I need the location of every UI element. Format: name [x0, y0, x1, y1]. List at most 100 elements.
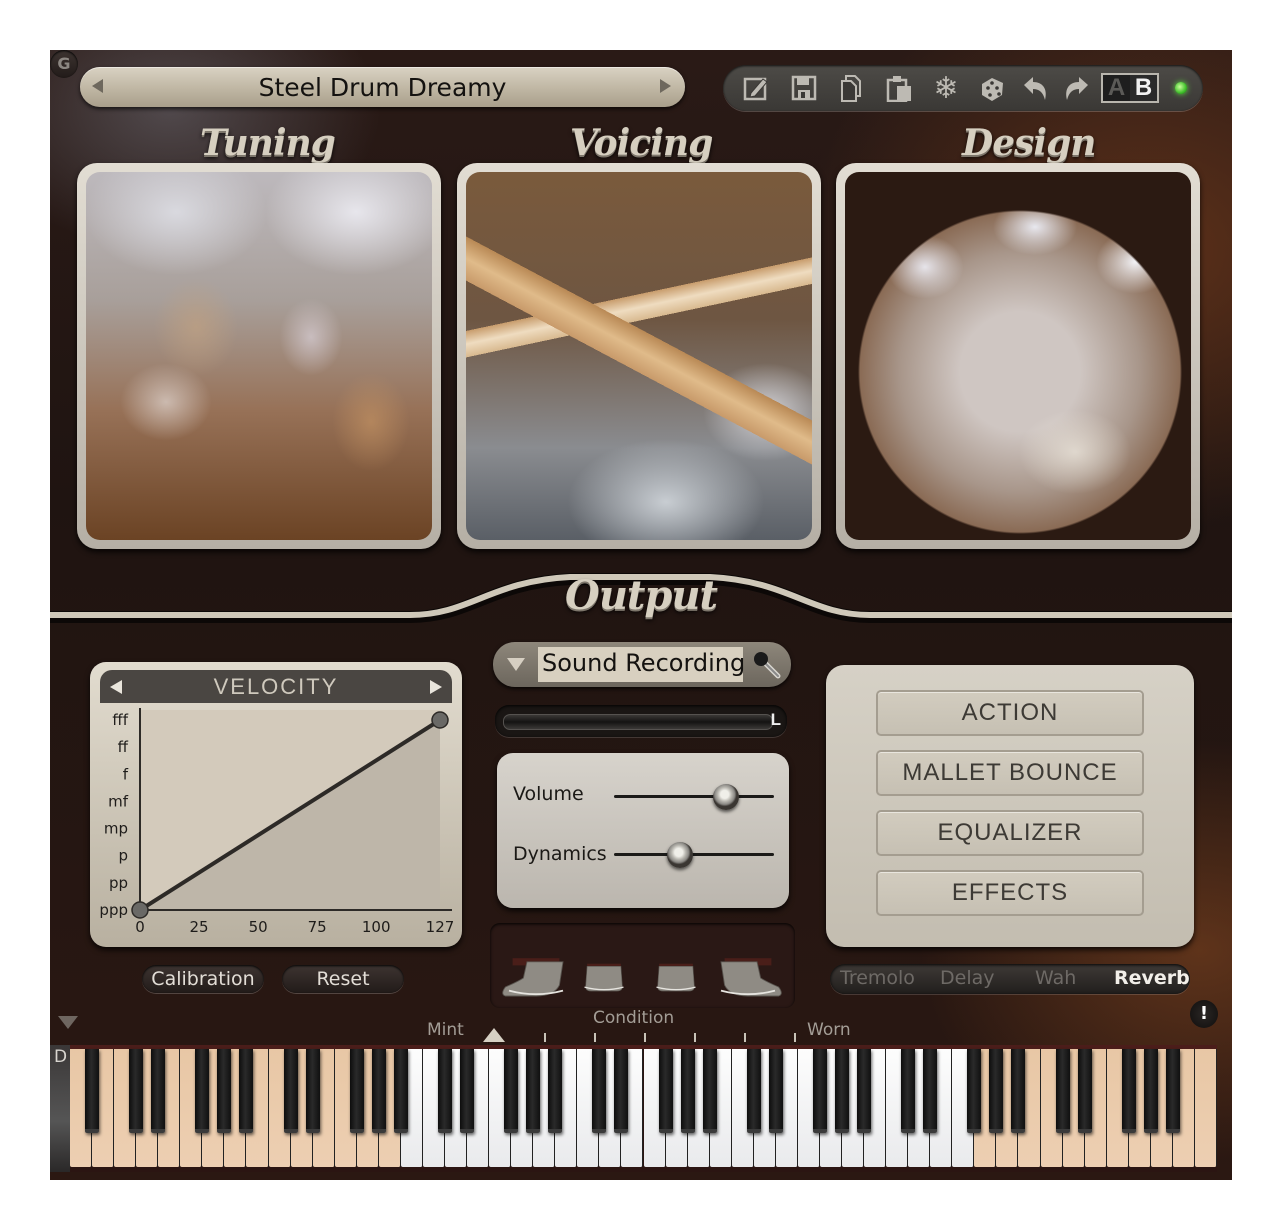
- output-mode-selector[interactable]: Sound Recording: [493, 642, 791, 687]
- black-key[interactable]: [195, 1049, 210, 1133]
- keyboard-indicator[interactable]: D: [54, 1047, 67, 1067]
- volume-panel: Volume Dynamics: [497, 753, 789, 908]
- design-title[interactable]: Design: [962, 122, 1096, 164]
- voicing-panel[interactable]: [457, 163, 821, 549]
- freeze-snowflake-icon[interactable]: ❄: [931, 71, 961, 106]
- black-key[interactable]: [614, 1049, 629, 1133]
- condition-tick[interactable]: [644, 1033, 646, 1042]
- black-key[interactable]: [812, 1049, 827, 1133]
- condition-tick[interactable]: [594, 1033, 596, 1042]
- dropdown-arrow-icon[interactable]: [507, 658, 525, 671]
- delay-toggle[interactable]: Delay: [940, 967, 995, 989]
- black-key[interactable]: [967, 1049, 982, 1133]
- black-key[interactable]: [129, 1049, 144, 1133]
- black-key[interactable]: [857, 1049, 872, 1133]
- redo-icon[interactable]: [1061, 73, 1091, 103]
- black-key[interactable]: [989, 1049, 1004, 1133]
- design-panel[interactable]: [836, 163, 1200, 549]
- voicing-title[interactable]: Voicing: [570, 122, 713, 164]
- black-key[interactable]: [702, 1049, 717, 1133]
- tremolo-toggle[interactable]: Tremolo: [840, 967, 915, 989]
- copy-icon[interactable]: [837, 73, 867, 103]
- black-key[interactable]: [85, 1049, 100, 1133]
- condition-tick[interactable]: [744, 1033, 746, 1042]
- black-key[interactable]: [460, 1049, 475, 1133]
- preset-name[interactable]: Steel Drum Dreamy: [80, 73, 685, 102]
- black-key[interactable]: [349, 1049, 364, 1133]
- volume-slider-track[interactable]: [614, 795, 774, 798]
- black-key[interactable]: [1055, 1049, 1070, 1133]
- randomize-dice-icon[interactable]: [977, 73, 1007, 103]
- tuning-panel[interactable]: [77, 163, 441, 549]
- edit-icon[interactable]: [741, 73, 771, 103]
- pedal[interactable]: [500, 956, 572, 1000]
- black-key[interactable]: [901, 1049, 916, 1133]
- velocity-next-icon[interactable]: [430, 680, 442, 694]
- velocity-curve-point[interactable]: [131, 901, 149, 919]
- black-key[interactable]: [393, 1049, 408, 1133]
- velocity-chart[interactable]: ppppppmpmfffffff0 25 50 75 100 127: [90, 662, 462, 947]
- reset-button[interactable]: Reset: [282, 965, 404, 993]
- preset-selector[interactable]: Steel Drum Dreamy: [80, 67, 685, 107]
- velocity-header: VELOCITY: [100, 670, 452, 703]
- black-key[interactable]: [151, 1049, 166, 1133]
- next-preset-icon[interactable]: [660, 79, 671, 93]
- black-key[interactable]: [746, 1049, 761, 1133]
- black-key[interactable]: [437, 1049, 452, 1133]
- effects-button[interactable]: EFFECTS: [876, 870, 1144, 916]
- undo-icon[interactable]: [1021, 73, 1051, 103]
- dynamics-slider-knob[interactable]: [666, 842, 693, 868]
- black-key[interactable]: [217, 1049, 232, 1133]
- pedal[interactable]: [578, 956, 630, 1000]
- tuning-title[interactable]: Tuning: [200, 122, 336, 164]
- black-key[interactable]: [658, 1049, 673, 1133]
- save-icon[interactable]: [789, 73, 819, 103]
- black-key[interactable]: [1121, 1049, 1136, 1133]
- wah-toggle[interactable]: Wah: [1035, 967, 1076, 989]
- black-key[interactable]: [504, 1049, 519, 1133]
- condition-slider-marker[interactable]: [483, 1028, 505, 1042]
- output-mode-value: Sound Recording: [542, 649, 746, 677]
- paste-icon[interactable]: [884, 73, 914, 103]
- black-key[interactable]: [768, 1049, 783, 1133]
- condition-tick[interactable]: [544, 1033, 546, 1042]
- design-image: [845, 172, 1191, 540]
- velocity-y-tick: pp: [109, 874, 128, 892]
- microphone-icon[interactable]: [751, 649, 783, 681]
- pedal[interactable]: [650, 956, 702, 1000]
- black-key[interactable]: [1077, 1049, 1092, 1133]
- black-key[interactable]: [680, 1049, 695, 1133]
- black-key[interactable]: [1165, 1049, 1180, 1133]
- output-mode-field[interactable]: Sound Recording: [538, 647, 746, 682]
- ab-b-button[interactable]: B: [1130, 75, 1157, 101]
- collapse-keyboard-icon[interactable]: [58, 1016, 78, 1029]
- condition-tick[interactable]: [794, 1033, 796, 1042]
- ab-a-button[interactable]: A: [1103, 75, 1130, 101]
- condition-tick[interactable]: [694, 1033, 696, 1042]
- black-key[interactable]: [548, 1049, 563, 1133]
- reverb-toggle[interactable]: Reverb: [1114, 967, 1190, 989]
- black-key[interactable]: [305, 1049, 320, 1133]
- volume-slider-knob[interactable]: [713, 784, 739, 810]
- action-button[interactable]: ACTION: [876, 690, 1144, 736]
- warning-icon[interactable]: !: [1190, 1000, 1218, 1028]
- g-button[interactable]: G: [50, 50, 78, 78]
- black-key[interactable]: [923, 1049, 938, 1133]
- velocity-title: VELOCITY: [213, 674, 339, 699]
- black-key[interactable]: [592, 1049, 607, 1133]
- black-key[interactable]: [526, 1049, 541, 1133]
- black-key[interactable]: [835, 1049, 850, 1133]
- equalizer-button[interactable]: EQUALIZER: [876, 810, 1144, 856]
- ab-compare-toggle[interactable]: A B: [1101, 73, 1159, 103]
- mallet-bounce-button[interactable]: MALLET BOUNCE: [876, 750, 1144, 796]
- black-key[interactable]: [1011, 1049, 1026, 1133]
- white-key-C8[interactable]: [1194, 1049, 1217, 1167]
- black-key[interactable]: [1143, 1049, 1158, 1133]
- pedal[interactable]: [712, 956, 784, 1000]
- dynamics-slider-track[interactable]: [614, 853, 774, 856]
- black-key[interactable]: [239, 1049, 254, 1133]
- black-key[interactable]: [283, 1049, 298, 1133]
- calibration-button[interactable]: Calibration: [142, 965, 264, 993]
- velocity-curve-point[interactable]: [431, 711, 449, 729]
- black-key[interactable]: [371, 1049, 386, 1133]
